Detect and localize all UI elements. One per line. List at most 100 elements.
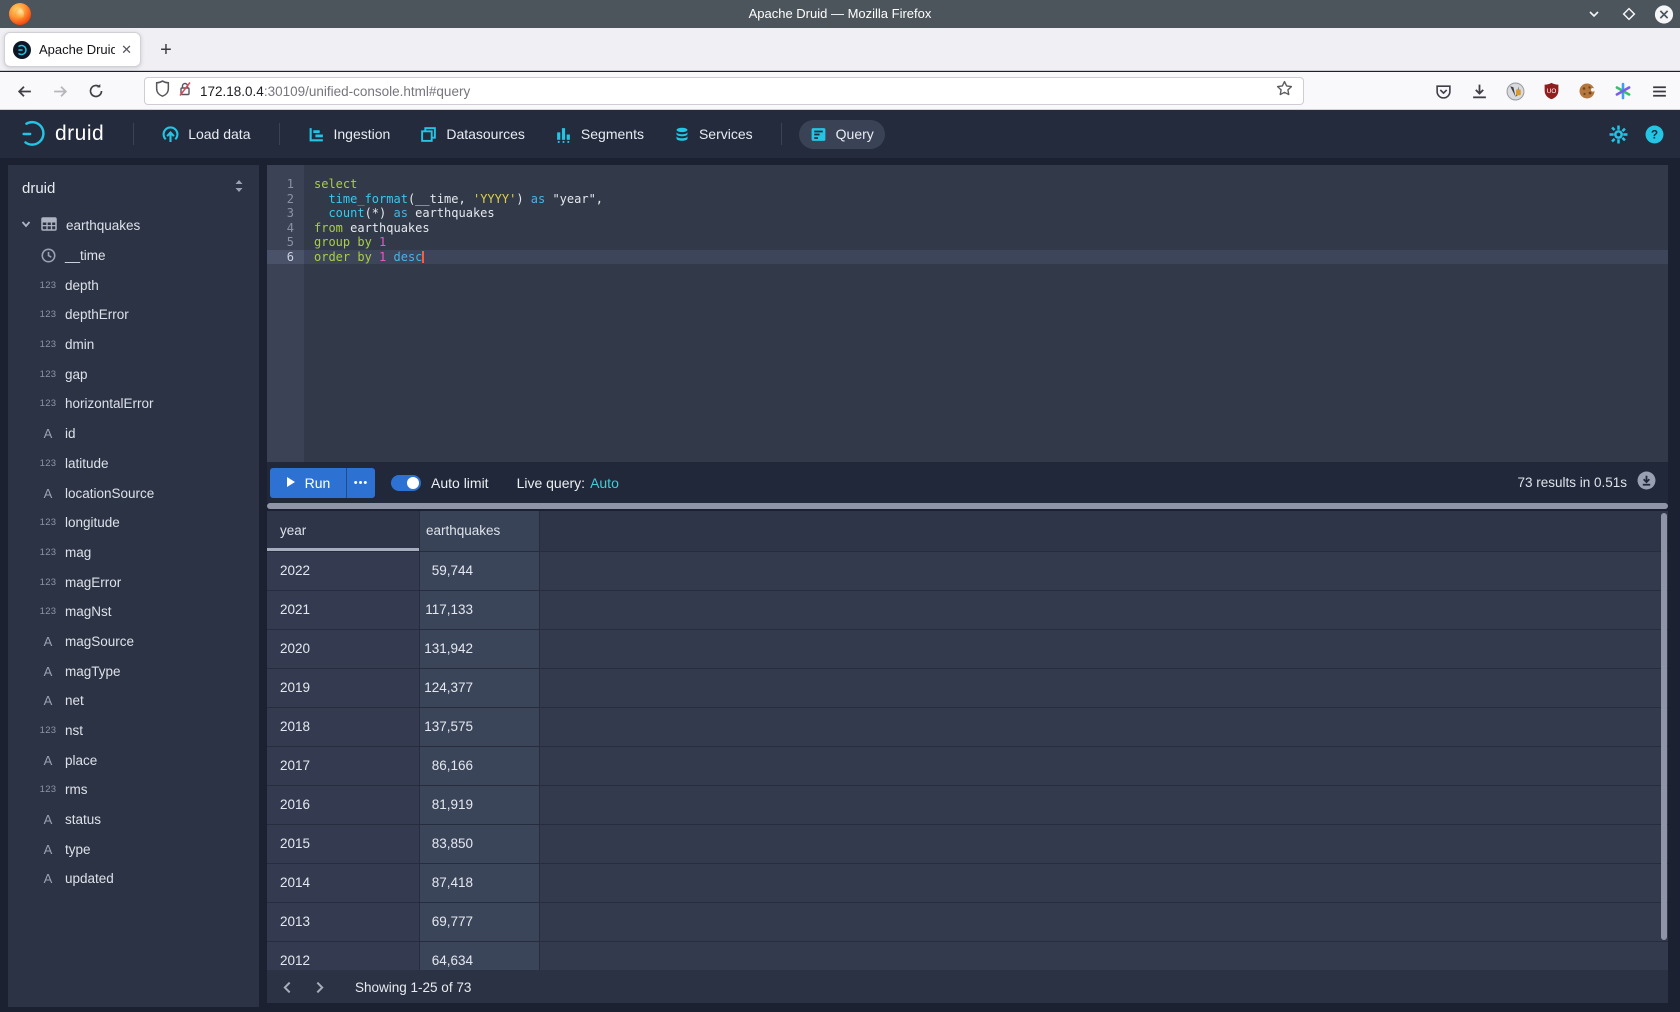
forward-icon[interactable] bbox=[48, 79, 72, 103]
chevron-right-icon[interactable] bbox=[307, 975, 331, 999]
code-line-2[interactable]: time_format(__time, 'YYYY') as "year", bbox=[304, 192, 1668, 207]
sidebar-column-__time[interactable]: __time bbox=[8, 241, 259, 271]
horizontal-scrollbar[interactable] bbox=[267, 503, 1668, 509]
cell-earthquakes[interactable]: 124,377 bbox=[420, 669, 540, 708]
table-row[interactable]: 201487,418 bbox=[267, 864, 1668, 903]
column-header-earthquakes[interactable]: earthquakes bbox=[420, 511, 540, 552]
sidebar-column-place[interactable]: Aplace bbox=[8, 745, 259, 775]
sidebar-column-latitude[interactable]: 123latitude bbox=[8, 449, 259, 479]
sidebar-column-updated[interactable]: Aupdated bbox=[8, 864, 259, 894]
table-row[interactable]: 202259,744 bbox=[267, 552, 1668, 591]
chevron-left-icon[interactable] bbox=[275, 975, 299, 999]
schema-selector[interactable]: druid bbox=[8, 165, 259, 211]
sidebar-table-earthquakes[interactable]: earthquakes bbox=[8, 211, 259, 241]
lock-slash-icon[interactable] bbox=[178, 81, 192, 102]
sidebar-column-depthError[interactable]: 123depthError bbox=[8, 300, 259, 330]
sidebar-column-status[interactable]: Astatus bbox=[8, 805, 259, 835]
chevron-down-icon[interactable] bbox=[20, 218, 32, 233]
new-tab-button[interactable]: + bbox=[150, 34, 182, 66]
close-icon[interactable] bbox=[1654, 4, 1674, 24]
nav-item-query[interactable]: Query bbox=[799, 120, 885, 149]
cell-earthquakes[interactable]: 87,418 bbox=[420, 864, 540, 903]
privacy-badger-icon[interactable] bbox=[1504, 80, 1526, 102]
table-row[interactable]: 201786,166 bbox=[267, 747, 1668, 786]
sidebar-column-magError[interactable]: 123magError bbox=[8, 567, 259, 597]
auto-limit-toggle[interactable] bbox=[391, 475, 421, 491]
table-row[interactable]: 2018137,575 bbox=[267, 708, 1668, 747]
menu-icon[interactable] bbox=[1648, 80, 1670, 102]
help-icon[interactable]: ? bbox=[1645, 125, 1664, 144]
druid-logo[interactable]: druid bbox=[18, 119, 104, 149]
live-query-value[interactable]: Auto bbox=[590, 475, 619, 491]
sidebar-column-magNst[interactable]: 123magNst bbox=[8, 597, 259, 627]
nav-item-datasources[interactable]: Datasources bbox=[409, 120, 536, 149]
cell-year[interactable]: 2022 bbox=[267, 552, 420, 591]
code-line-6[interactable]: order by 1 desc bbox=[304, 250, 1668, 265]
sidebar-column-horizontalError[interactable]: 123horizontalError bbox=[8, 389, 259, 419]
sidebar-column-depth[interactable]: 123depth bbox=[8, 270, 259, 300]
sidebar-column-id[interactable]: Aid bbox=[8, 419, 259, 449]
cell-earthquakes[interactable]: 81,919 bbox=[420, 786, 540, 825]
sidebar-column-magSource[interactable]: AmagSource bbox=[8, 627, 259, 657]
nav-item-segments[interactable]: Segments bbox=[544, 120, 655, 149]
sql-editor[interactable]: 123456 select time_format(__time, 'YYYY'… bbox=[267, 165, 1668, 462]
nav-item-services[interactable]: Services bbox=[663, 120, 764, 149]
cell-year[interactable]: 2017 bbox=[267, 747, 420, 786]
vertical-scrollbar[interactable] bbox=[1661, 513, 1667, 940]
nav-item-load-data[interactable]: Load data bbox=[151, 120, 261, 149]
cell-earthquakes[interactable]: 137,575 bbox=[420, 708, 540, 747]
bookmark-star-icon[interactable] bbox=[1276, 80, 1293, 102]
sidebar-column-nst[interactable]: 123nst bbox=[8, 716, 259, 746]
browser-tab[interactable]: Apache Druid ✕ bbox=[4, 32, 141, 67]
minimize-icon[interactable] bbox=[1584, 4, 1604, 24]
cell-earthquakes[interactable]: 86,166 bbox=[420, 747, 540, 786]
code-line-4[interactable]: from earthquakes bbox=[304, 221, 1668, 236]
gear-icon[interactable] bbox=[1609, 125, 1628, 144]
reload-icon[interactable] bbox=[84, 79, 108, 103]
cell-year[interactable]: 2019 bbox=[267, 669, 420, 708]
cell-earthquakes[interactable]: 59,744 bbox=[420, 552, 540, 591]
cell-year[interactable]: 2013 bbox=[267, 903, 420, 942]
extension-asterisk-icon[interactable] bbox=[1612, 80, 1634, 102]
back-icon[interactable] bbox=[12, 79, 36, 103]
url-bar[interactable]: 172.18.0.4:30109/unified-console.html#qu… bbox=[144, 77, 1304, 105]
cell-year[interactable]: 2018 bbox=[267, 708, 420, 747]
sidebar-column-locationSource[interactable]: AlocationSource bbox=[8, 478, 259, 508]
code-line-5[interactable]: group by 1 bbox=[304, 235, 1668, 250]
sidebar-column-mag[interactable]: 123mag bbox=[8, 538, 259, 568]
sidebar-column-type[interactable]: Atype bbox=[8, 834, 259, 864]
maximize-icon[interactable] bbox=[1619, 4, 1639, 24]
cell-earthquakes[interactable]: 69,777 bbox=[420, 903, 540, 942]
cell-earthquakes[interactable]: 83,850 bbox=[420, 825, 540, 864]
run-button[interactable]: Run bbox=[270, 468, 346, 498]
cell-year[interactable]: 2020 bbox=[267, 630, 420, 669]
table-row[interactable]: 2019124,377 bbox=[267, 669, 1668, 708]
tab-close-icon[interactable]: ✕ bbox=[115, 42, 132, 58]
table-row[interactable]: 2020131,942 bbox=[267, 630, 1668, 669]
cell-year[interactable]: 2015 bbox=[267, 825, 420, 864]
download-icon[interactable] bbox=[1468, 80, 1490, 102]
cell-year[interactable]: 2016 bbox=[267, 786, 420, 825]
sidebar-column-net[interactable]: Anet bbox=[8, 686, 259, 716]
sidebar-column-longitude[interactable]: 123longitude bbox=[8, 508, 259, 538]
cell-year[interactable]: 2021 bbox=[267, 591, 420, 630]
table-row[interactable]: 2021117,133 bbox=[267, 591, 1668, 630]
cell-year[interactable]: 2012 bbox=[267, 942, 420, 970]
ublock-icon[interactable]: UO bbox=[1540, 80, 1562, 102]
cell-earthquakes[interactable]: 64,634 bbox=[420, 942, 540, 970]
table-row[interactable]: 201264,634 bbox=[267, 942, 1668, 970]
cell-earthquakes[interactable]: 117,133 bbox=[420, 591, 540, 630]
shield-icon[interactable] bbox=[155, 80, 170, 102]
cell-earthquakes[interactable]: 131,942 bbox=[420, 630, 540, 669]
code-line-1[interactable]: select bbox=[304, 177, 1668, 192]
column-header-year[interactable]: year bbox=[267, 511, 420, 552]
editor-code[interactable]: select time_format(__time, 'YYYY') as "y… bbox=[304, 165, 1668, 462]
sidebar-column-gap[interactable]: 123gap bbox=[8, 359, 259, 389]
sidebar-column-dmin[interactable]: 123dmin bbox=[8, 330, 259, 360]
table-row[interactable]: 201583,850 bbox=[267, 825, 1668, 864]
table-row[interactable]: 201369,777 bbox=[267, 903, 1668, 942]
table-row[interactable]: 201681,919 bbox=[267, 786, 1668, 825]
pocket-icon[interactable] bbox=[1432, 80, 1454, 102]
cookie-icon[interactable] bbox=[1576, 80, 1598, 102]
download-results-icon[interactable] bbox=[1637, 471, 1656, 495]
